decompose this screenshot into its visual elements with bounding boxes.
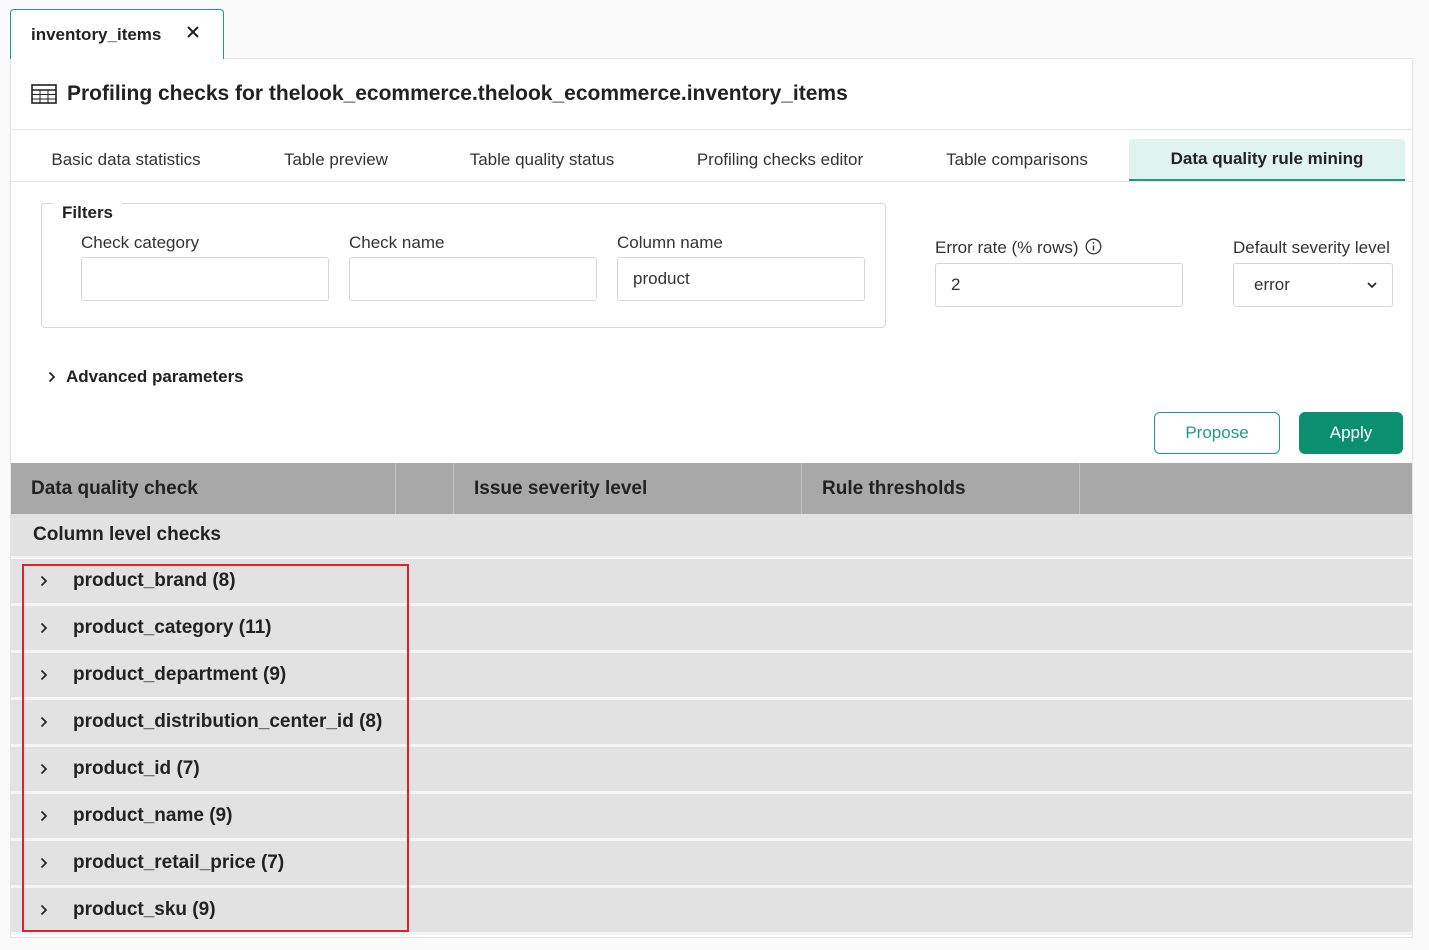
tab-basic-data-statistics[interactable]: Basic data statistics — [31, 139, 221, 181]
column-name-input[interactable] — [617, 257, 865, 301]
error-rate-input[interactable] — [935, 263, 1183, 307]
column-header-spacer — [396, 463, 454, 514]
default-severity-select[interactable]: error — [1233, 263, 1393, 307]
group-row-column-level-checks: Column level checks — [11, 514, 1412, 558]
table-row[interactable]: product_retail_price (7) — [11, 841, 1412, 888]
close-icon[interactable] — [185, 24, 201, 40]
tab-bar: Basic data statistics Table preview Tabl… — [11, 131, 1412, 182]
table-icon — [31, 84, 57, 104]
column-name-label: Column name — [617, 233, 723, 252]
table-row[interactable]: product_category (11) — [11, 606, 1412, 653]
row-label: product_name (9) — [73, 805, 233, 826]
chevron-right-icon — [40, 763, 48, 775]
column-header-issue-severity: Issue severity level — [454, 463, 802, 514]
table-row[interactable]: product_distribution_center_id (8) — [11, 700, 1412, 747]
apply-button[interactable]: Apply — [1299, 412, 1403, 454]
default-severity-label: Default severity level — [1233, 238, 1390, 257]
column-header-data-quality-check: Data quality check — [11, 463, 396, 514]
advanced-parameters-toggle[interactable]: Advanced parameters — [47, 367, 244, 387]
table-row[interactable]: product_id (7) — [11, 747, 1412, 794]
row-label: product_department (9) — [73, 664, 287, 685]
row-label: product_brand (8) — [73, 570, 236, 591]
chevron-right-icon — [40, 622, 48, 634]
table-row[interactable]: product_name (9) — [11, 794, 1412, 841]
document-tab-label: inventory_items — [31, 24, 162, 44]
row-label: product_category (11) — [73, 617, 272, 638]
propose-button[interactable]: Propose — [1154, 412, 1280, 454]
info-icon[interactable] — [1085, 238, 1102, 255]
chevron-right-icon — [40, 904, 48, 916]
tab-data-quality-rule-mining[interactable]: Data quality rule mining — [1129, 139, 1405, 181]
column-header-rule-thresholds: Rule thresholds — [802, 463, 1080, 514]
check-name-input[interactable] — [349, 257, 597, 301]
table-row[interactable]: product_brand (8) — [11, 559, 1412, 606]
chevron-right-icon — [40, 857, 48, 869]
row-label: product_id (7) — [73, 758, 200, 779]
table-header: Data quality check Issue severity level … — [11, 463, 1412, 514]
advanced-parameters-label: Advanced parameters — [66, 367, 244, 386]
filters-legend: Filters — [53, 203, 123, 223]
row-label: product_distribution_center_id (8) — [73, 711, 383, 732]
check-category-input[interactable] — [81, 257, 329, 301]
tab-profiling-checks-editor[interactable]: Profiling checks editor — [676, 139, 884, 181]
document-tab-inventory-items[interactable]: inventory_items — [10, 9, 224, 59]
chevron-right-icon — [48, 371, 56, 383]
page-title: Profiling checks for thelook_ecommerce.t… — [67, 82, 848, 105]
tab-table-quality-status[interactable]: Table quality status — [451, 139, 633, 181]
check-rows: product_brand (8) product_category (11) … — [11, 559, 1412, 935]
tab-table-preview[interactable]: Table preview — [261, 139, 411, 181]
check-name-label: Check name — [349, 233, 445, 252]
chevron-down-icon — [1367, 282, 1377, 289]
chevron-right-icon — [40, 810, 48, 822]
error-rate-label: Error rate (% rows) — [935, 238, 1102, 258]
chevron-right-icon — [40, 669, 48, 681]
main-panel: Profiling checks for thelook_ecommerce.t… — [10, 58, 1413, 938]
default-severity-value: error — [1254, 275, 1290, 294]
page-header: Profiling checks for thelook_ecommerce.t… — [11, 59, 1412, 130]
row-label: product_retail_price (7) — [73, 852, 285, 873]
table-row[interactable]: product_department (9) — [11, 653, 1412, 700]
tab-table-comparisons[interactable]: Table comparisons — [921, 139, 1113, 181]
table-row[interactable]: product_sku (9) — [11, 888, 1412, 935]
chevron-right-icon — [40, 575, 48, 587]
chevron-right-icon — [40, 716, 48, 728]
error-rate-label-text: Error rate (% rows) — [935, 238, 1079, 257]
check-category-label: Check category — [81, 233, 200, 252]
row-label: product_sku (9) — [73, 899, 216, 920]
